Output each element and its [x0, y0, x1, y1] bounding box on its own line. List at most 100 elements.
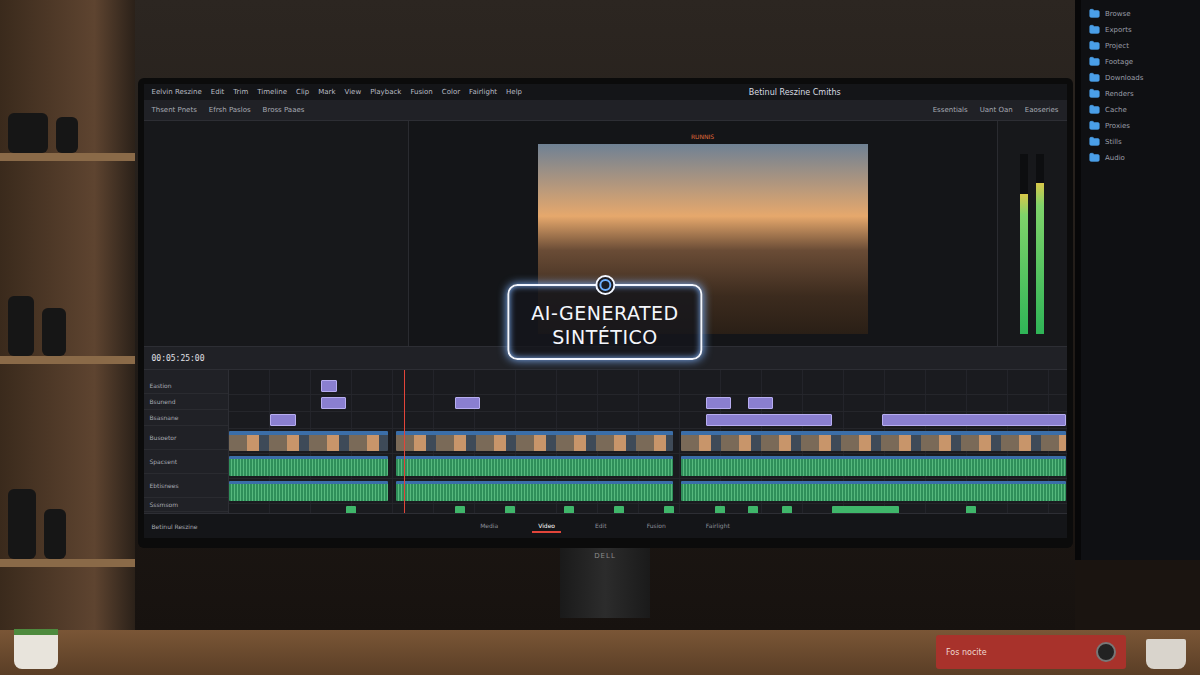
folder-item[interactable]: Renders — [1089, 88, 1196, 99]
desk: Fos nocite — [0, 630, 1200, 675]
folder-icon — [1089, 72, 1100, 83]
timecode: 00:05:25:00 — [152, 354, 205, 363]
menu-item[interactable]: Help — [506, 88, 522, 96]
track-lane — [229, 412, 1067, 429]
folder-item[interactable]: Stills — [1089, 136, 1196, 147]
page-tab[interactable]: Fusion — [641, 520, 672, 533]
folder-icon — [1089, 88, 1100, 99]
folder-icon — [1089, 56, 1100, 67]
clip[interactable] — [681, 431, 1066, 451]
clip[interactable] — [396, 481, 673, 501]
page: Eelvin Reszine Edit Trim Timeline Clip Mark Vi… — [0, 0, 1200, 675]
shelf-row — [0, 63, 135, 161]
lens — [56, 117, 78, 153]
interface-brand: Fos nocite — [946, 648, 987, 657]
folder-icon — [1089, 40, 1100, 51]
shelf-row — [0, 469, 135, 567]
menu-item[interactable]: Playback — [370, 88, 401, 96]
folder-item[interactable]: Audio — [1089, 152, 1196, 163]
menu-item[interactable]: Trim — [233, 88, 248, 96]
app-title: Betinul Reszine Cmiths — [749, 88, 841, 97]
clip[interactable] — [321, 380, 338, 392]
lens — [44, 509, 66, 559]
folder-item[interactable]: Footage — [1089, 56, 1196, 67]
track-lane — [229, 479, 1067, 504]
meter-fill — [1036, 183, 1044, 334]
toolbar-button[interactable]: Eaoseries — [1025, 106, 1059, 114]
badge-line: AI-GENERATED — [531, 302, 678, 324]
folder-icon — [1089, 24, 1100, 35]
menu-item[interactable]: View — [345, 88, 362, 96]
page-tab[interactable]: Video — [532, 520, 561, 533]
folder-icon — [1089, 8, 1100, 19]
toolbar: Thsent Pnets Efrsh Paslos Bross Paaes Essen… — [144, 100, 1067, 121]
folder-item[interactable]: Browse — [1089, 8, 1196, 19]
track-header[interactable]: Sssmsom — [144, 498, 228, 512]
clip[interactable] — [229, 431, 388, 451]
editor-screen: Eelvin Reszine Edit Trim Timeline Clip Mark Vi… — [144, 84, 1067, 538]
folder-icon — [1089, 136, 1100, 147]
playhead[interactable] — [404, 370, 405, 519]
menu-bar: Eelvin Reszine Edit Trim Timeline Clip Mark Vi… — [144, 84, 1067, 100]
audio-meters — [997, 121, 1067, 346]
clip[interactable] — [681, 456, 1066, 476]
clip[interactable] — [706, 414, 832, 426]
clip[interactable] — [229, 481, 388, 501]
menu-item[interactable]: Fusion — [410, 88, 432, 96]
ai-badge: AI-GENERATEDSINTÉTICO — [507, 284, 702, 360]
folder-item[interactable]: Cache — [1089, 104, 1196, 115]
page-tab[interactable]: Fairlight — [700, 520, 736, 533]
track-header[interactable]: Busoetor — [144, 426, 228, 450]
clip[interactable] — [681, 481, 1066, 501]
toolbar-button[interactable]: Essentials — [933, 106, 968, 114]
meter — [1020, 154, 1028, 334]
page-tab[interactable]: Media — [474, 520, 504, 533]
folder-item[interactable]: Exports — [1089, 24, 1196, 35]
page-tab[interactable]: Edit — [589, 520, 613, 533]
viewer-label: RUNNIS — [691, 133, 714, 140]
toolbar-button[interactable]: Uant Oan — [980, 106, 1013, 114]
clip[interactable] — [396, 431, 673, 451]
folder-icon — [1089, 120, 1100, 131]
monitor: Eelvin Reszine Edit Trim Timeline Clip Mark Vi… — [138, 78, 1073, 548]
lens — [42, 308, 66, 356]
track-header[interactable]: Bsasnane — [144, 410, 228, 426]
side-monitor: Browse Exports Project Footage Downloads Rend… — [1075, 0, 1200, 560]
clip[interactable] — [270, 414, 295, 426]
track-lane — [229, 395, 1067, 412]
clip[interactable] — [396, 456, 673, 476]
knob[interactable] — [1096, 642, 1116, 662]
menu-item[interactable]: Edit — [211, 88, 225, 96]
clip[interactable] — [706, 397, 731, 409]
menu-item[interactable]: Mark — [318, 88, 335, 96]
menu-item[interactable]: Timeline — [257, 88, 287, 96]
room: Eelvin Reszine Edit Trim Timeline Clip Mark Vi… — [0, 0, 1200, 630]
folder-item[interactable]: Project — [1089, 40, 1196, 51]
clip[interactable] — [455, 397, 480, 409]
clip[interactable] — [321, 397, 346, 409]
clip[interactable] — [748, 397, 773, 409]
menu-item[interactable]: Fairlight — [469, 88, 497, 96]
folder-item[interactable]: Downloads — [1089, 72, 1196, 83]
track-header[interactable]: Spacsent — [144, 450, 228, 474]
menu-item[interactable]: Color — [442, 88, 460, 96]
track-header[interactable]: Ebtisnees — [144, 474, 228, 498]
toolbar-button[interactable]: Thsent Pnets — [152, 106, 197, 114]
toolbar-button[interactable]: Bross Paaes — [263, 106, 305, 114]
track-header[interactable]: Eastion — [144, 378, 228, 394]
lens — [8, 296, 34, 356]
menu-item[interactable]: Clip — [296, 88, 309, 96]
track-header[interactable]: Bsunend — [144, 394, 228, 410]
folder-item[interactable]: Proxies — [1089, 120, 1196, 131]
shelf-row — [0, 266, 135, 364]
page-tabs: Betinul ReszineMediaVideoEditFusionFairl… — [144, 513, 1067, 538]
audio-interface: Fos nocite — [936, 635, 1126, 669]
media-pool — [144, 121, 409, 346]
clip[interactable] — [229, 456, 388, 476]
menu-item[interactable]: Eelvin Reszine — [152, 88, 202, 96]
clip[interactable] — [882, 414, 1066, 426]
meter — [1036, 154, 1044, 334]
toolbar-button[interactable]: Efrsh Paslos — [209, 106, 251, 114]
track-lanes — [229, 370, 1067, 519]
meter-fill — [1020, 194, 1028, 334]
